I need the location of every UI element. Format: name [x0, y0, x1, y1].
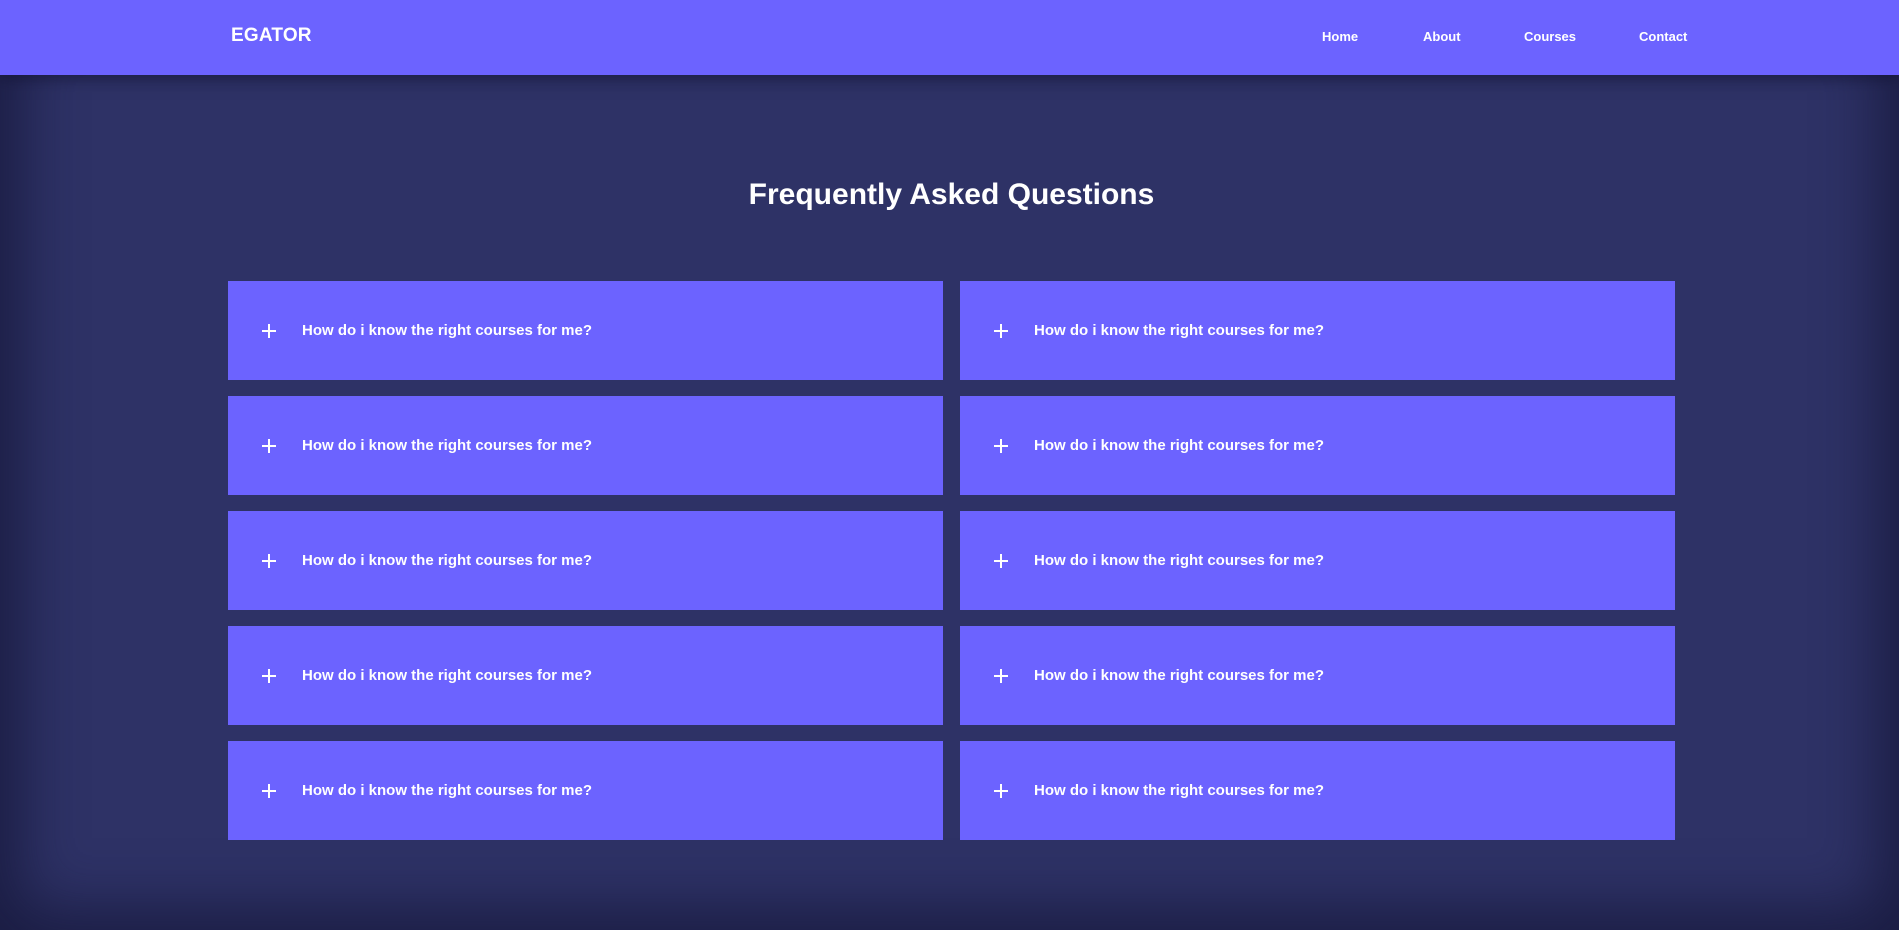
plus-icon[interactable]: [994, 554, 1008, 568]
plus-icon[interactable]: [994, 784, 1008, 798]
plus-icon[interactable]: [994, 324, 1008, 338]
faq-question: How do i know the right courses for me?: [1034, 782, 1325, 799]
page-title: Frequently Asked Questions: [748, 178, 1155, 211]
plus-icon[interactable]: [262, 784, 276, 798]
faq-question: How do i know the right courses for me?: [1034, 437, 1325, 454]
faq-item[interactable]: How do i know the right courses for me?: [960, 741, 1675, 840]
faq-question: How do i know the right courses for me?: [302, 437, 593, 454]
plus-icon[interactable]: [262, 554, 276, 568]
faq-question: How do i know the right courses for me?: [1034, 667, 1325, 684]
faq-question: How do i know the right courses for me?: [1034, 322, 1325, 339]
nav-link-courses[interactable]: Courses: [1524, 29, 1576, 44]
faq-item[interactable]: How do i know the right courses for me?: [228, 626, 943, 725]
faq-question: How do i know the right courses for me?: [302, 782, 593, 799]
plus-icon[interactable]: [262, 669, 276, 683]
nav-link-about[interactable]: About: [1423, 29, 1461, 44]
plus-icon[interactable]: [262, 439, 276, 453]
brand-logo[interactable]: EGATOR: [231, 25, 312, 47]
faq-question: How do i know the right courses for me?: [302, 322, 593, 339]
faq-question: How do i know the right courses for me?: [302, 552, 593, 569]
nav-link-contact[interactable]: Contact: [1639, 29, 1687, 44]
faq-question: How do i know the right courses for me?: [1034, 552, 1325, 569]
faq-item[interactable]: How do i know the right courses for me?: [960, 626, 1675, 725]
faq-item[interactable]: How do i know the right courses for me?: [960, 281, 1675, 380]
plus-icon[interactable]: [262, 324, 276, 338]
faq-item[interactable]: How do i know the right courses for me?: [228, 396, 943, 495]
plus-icon[interactable]: [994, 439, 1008, 453]
faq-item[interactable]: How do i know the right courses for me?: [960, 396, 1675, 495]
nav-link-home[interactable]: Home: [1322, 29, 1358, 44]
faq-item[interactable]: How do i know the right courses for me?: [228, 281, 943, 380]
faq-question: How do i know the right courses for me?: [302, 667, 593, 684]
plus-icon[interactable]: [994, 669, 1008, 683]
faq-grid: How do i know the right courses for me? …: [228, 281, 1675, 840]
faq-item[interactable]: How do i know the right courses for me?: [228, 741, 943, 840]
navbar: EGATOR Home About Courses Contact: [0, 0, 1899, 75]
faq-item[interactable]: How do i know the right courses for me?: [228, 511, 943, 610]
faq-item[interactable]: How do i know the right courses for me?: [960, 511, 1675, 610]
